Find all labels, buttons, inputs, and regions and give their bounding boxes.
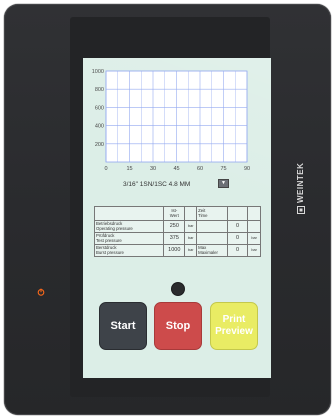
brand-name: WEINTEK [296, 162, 305, 203]
row-value: 250 [163, 220, 186, 233]
row-time-label [196, 220, 228, 233]
table-row: Betriebsdruck Operating pressure 250 bar… [93, 220, 261, 233]
x-tick-label: 90 [244, 166, 250, 172]
weintek-logo-icon [296, 206, 305, 214]
status-indicator [172, 283, 184, 295]
stop-button[interactable]: Stop [154, 302, 202, 350]
hose-size-select[interactable]: 3/16" 1SN/1SC 4.8 MM ▼ [121, 179, 229, 189]
row-label: Prüfdruck Test pressure [93, 232, 165, 245]
row-time-label: Max Maximaler [196, 244, 228, 257]
start-button-label: Start [110, 320, 136, 332]
row-label: Betriebsdruck Operating pressure [93, 220, 165, 233]
row-value: 1000 [163, 244, 186, 257]
chart-x-tick-labels: 0 15 30 45 60 75 90 [104, 166, 250, 172]
x-tick-label: 45 [173, 166, 179, 172]
table-row: Prüfdruck Test pressure 375 bar 0 bar [93, 232, 261, 245]
x-tick-label: 15 [126, 166, 132, 172]
row-time-label [196, 232, 228, 245]
row-time-value: 0 [226, 220, 249, 233]
x-tick-label: 75 [220, 166, 226, 172]
brand-logo: WEINTEK [296, 163, 305, 214]
table-header-actual-value: Ist- Wert [163, 206, 186, 221]
table-header-row: Ist- Wert Zeit Time [93, 206, 261, 221]
table-header-time: Zeit Time [196, 206, 228, 221]
print-preview-label: Print Preview [215, 314, 253, 337]
chart-y-tick-labels: 200 400 600 800 1000 [92, 69, 104, 148]
x-tick-label: 30 [150, 166, 156, 172]
row-unit: bar [184, 244, 198, 257]
row-time-value: 0 [226, 232, 249, 245]
start-button[interactable]: Start [99, 302, 147, 350]
row-time-value: 0 [226, 244, 249, 257]
table-header-empty [93, 206, 165, 221]
row-unit: bar [184, 232, 198, 245]
row-unit: bar [184, 220, 198, 233]
x-tick-label: 0 [104, 166, 107, 172]
power-icon [37, 288, 45, 296]
row-label: Berstdruck Burst pressure [93, 244, 165, 257]
triangle-down-icon: ▼ [221, 180, 226, 186]
row-time-unit: bar [247, 244, 261, 257]
x-tick-label: 60 [197, 166, 203, 172]
y-tick-label: 400 [95, 124, 104, 130]
touch-screen: 0 15 30 45 60 75 90 200 400 600 800 1000 3/16" 1SN… [83, 58, 271, 378]
y-tick-label: 600 [95, 105, 104, 111]
y-tick-label: 800 [95, 87, 104, 93]
table-row: Berstdruck Burst pressure 1000 bar Max M… [93, 244, 261, 257]
y-tick-label: 1000 [92, 69, 104, 75]
row-value: 375 [163, 232, 186, 245]
pressure-table: Ist- Wert Zeit Time Betriebsdruck Operat… [93, 206, 261, 257]
dropdown-button[interactable]: ▼ [218, 179, 229, 188]
hmi-device-photo: 0 15 30 45 60 75 90 200 400 600 800 1000 3/16" 1SN… [0, 0, 336, 419]
pressure-chart: 0 15 30 45 60 75 90 200 400 600 800 1000 [92, 69, 250, 172]
stop-button-label: Stop [165, 320, 191, 332]
print-preview-button[interactable]: Print Preview [210, 302, 258, 350]
hose-size-value: 3/16" 1SN/1SC 4.8 MM [123, 180, 191, 188]
y-tick-label: 200 [95, 142, 104, 148]
row-time-unit: bar [247, 232, 261, 245]
row-time-unit [247, 220, 261, 233]
